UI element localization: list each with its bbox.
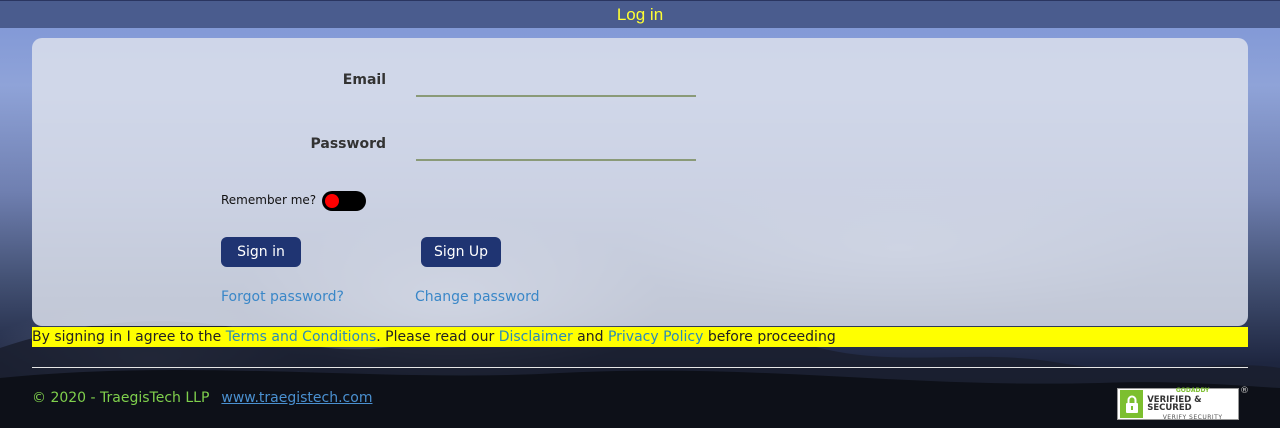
password-field[interactable] — [416, 135, 696, 161]
password-label: Password — [310, 136, 386, 152]
remember-me-toggle[interactable] — [322, 191, 366, 211]
seal-main-text: VERIFIED & SECURED — [1147, 394, 1202, 413]
notice-text-2: . Please read our — [376, 329, 499, 345]
terms-notice: By signing in I agree to the Terms and C… — [32, 327, 1248, 347]
notice-text-1: By signing in I agree to the — [32, 329, 226, 345]
privacy-policy-link[interactable]: Privacy Policy — [608, 329, 703, 345]
forgot-password-link[interactable]: Forgot password? — [221, 289, 344, 305]
sign-up-button[interactable]: Sign Up — [421, 237, 501, 267]
login-panel: Email Password Remember me? Sign in Sign… — [32, 38, 1248, 326]
copyright-text: © 2020 - TraegisTech LLP — [32, 390, 210, 406]
seal-sub-text: VERIFY SECURITY — [1162, 413, 1223, 421]
security-seal[interactable]: GODADDY VERIFIED & SECURED VERIFY SECURI… — [1117, 386, 1239, 421]
page-title: Log in — [616, 4, 664, 24]
lock-icon — [1120, 390, 1144, 418]
remember-me-label: Remember me? — [221, 193, 317, 207]
disclaimer-link[interactable]: Disclaimer — [499, 329, 573, 345]
toggle-knob — [325, 194, 339, 208]
website-link[interactable]: www.traegistech.com — [221, 390, 372, 406]
change-password-link[interactable]: Change password — [415, 289, 540, 305]
registered-mark: ® — [1240, 386, 1249, 396]
notice-text-4: before proceeding — [703, 329, 836, 345]
seal-brand: GODADDY — [1175, 386, 1210, 394]
seal-text: GODADDY VERIFIED & SECURED VERIFY SECURI… — [1147, 386, 1238, 421]
header-bar: Log in — [0, 0, 1280, 28]
footer-divider — [32, 367, 1248, 368]
email-field[interactable] — [416, 71, 696, 97]
sign-in-button[interactable]: Sign in — [221, 237, 301, 267]
email-label: Email — [342, 72, 386, 88]
notice-text-3: and — [572, 329, 608, 345]
footer-copyright: © 2020 - TraegisTech LLP www.traegistech.… — [32, 390, 372, 406]
terms-link[interactable]: Terms and Conditions — [226, 329, 377, 345]
